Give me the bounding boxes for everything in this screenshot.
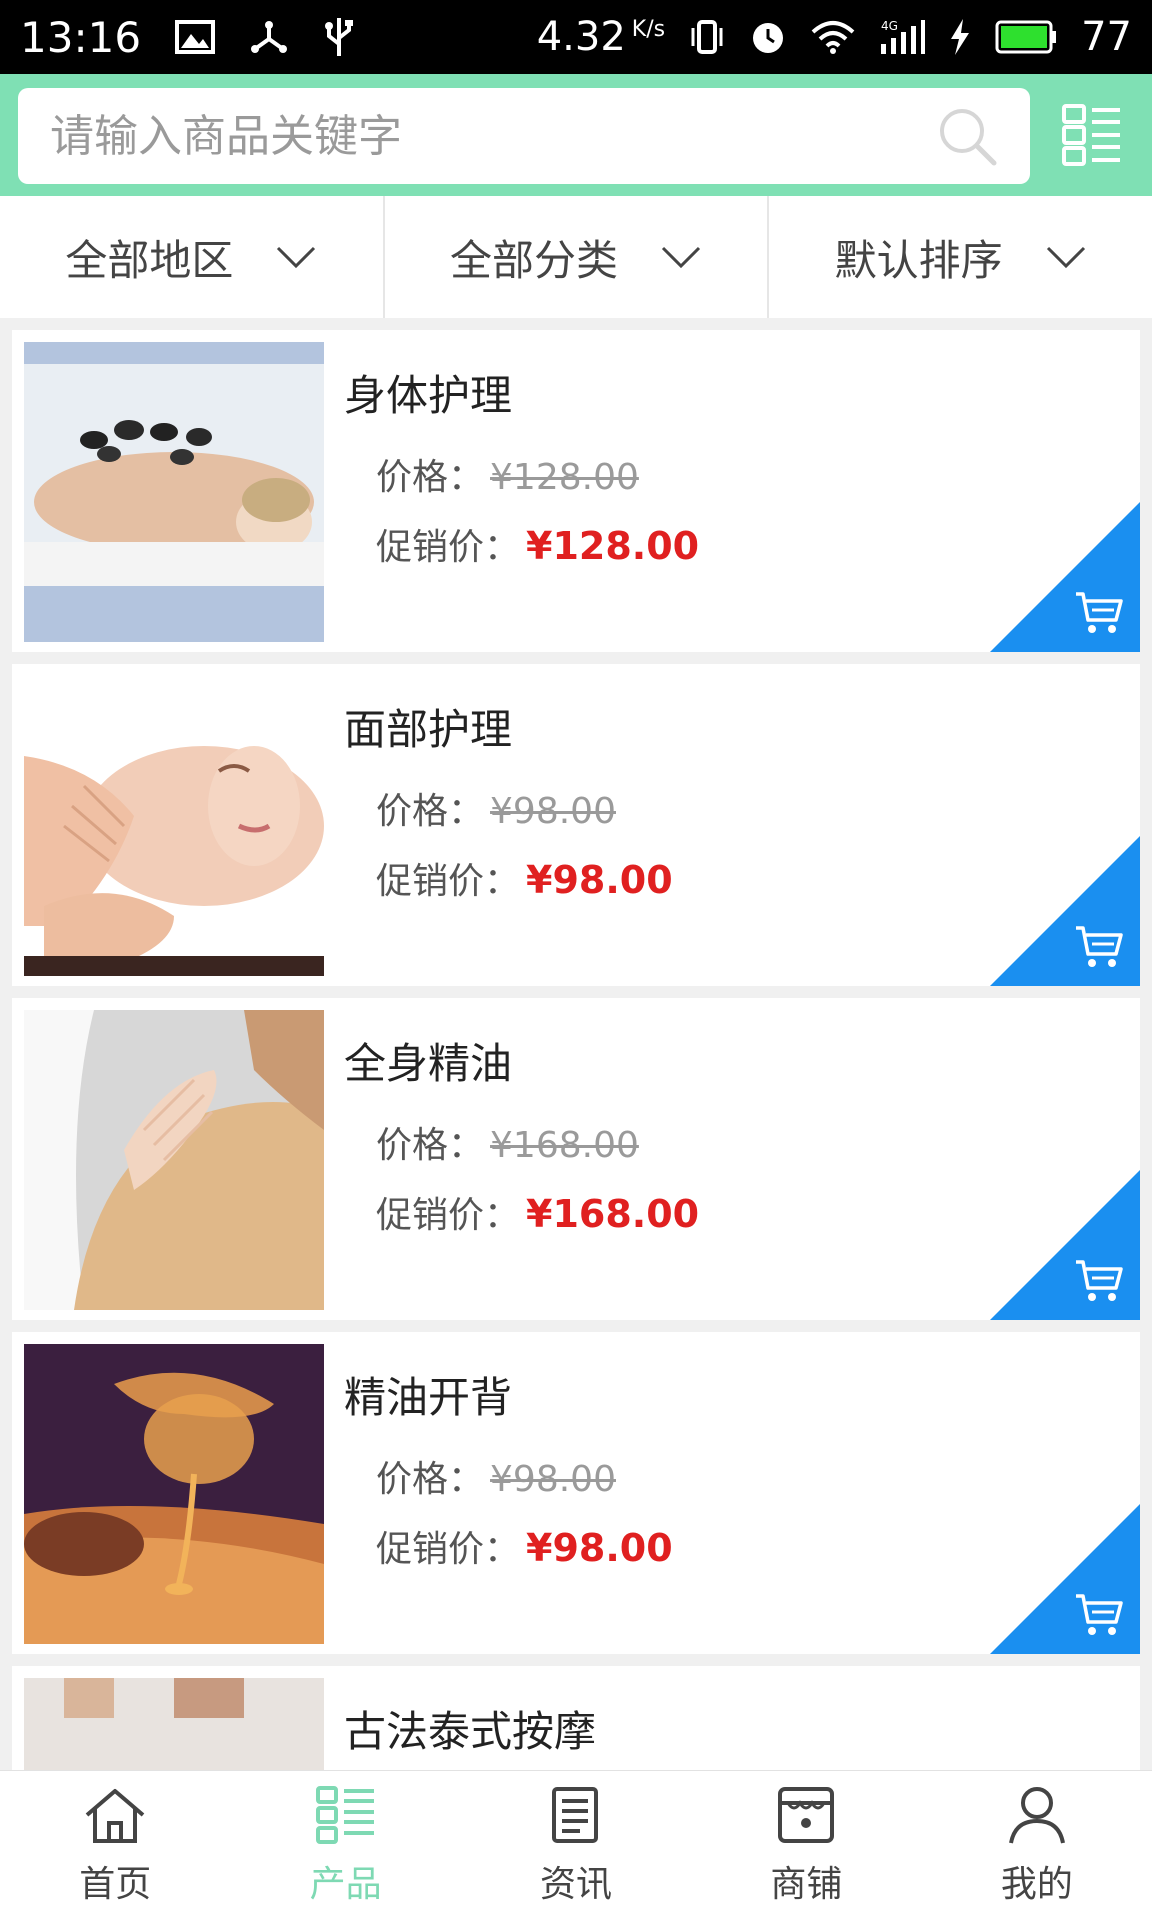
promo-price-row: 促销价： ¥98.00: [376, 852, 673, 904]
nav-home-label: 首页: [79, 1863, 152, 1905]
product-card[interactable]: 面部护理 价格： ¥98.00 促销价： ¥98.00: [12, 664, 1140, 986]
status-bar: 13:16 4.32 K/s 4G 77: [0, 0, 1152, 74]
product-card[interactable]: 身体护理 价格： ¥128.00 促销价： ¥128.00: [12, 330, 1140, 652]
nav-home[interactable]: 首页: [0, 1771, 230, 1920]
chevron-down-icon: [1046, 246, 1085, 269]
product-name[interactable]: 身体护理: [344, 362, 512, 423]
add-to-cart-button[interactable]: [990, 836, 1140, 986]
search-box[interactable]: [18, 88, 1030, 184]
price-label: 价格：: [376, 457, 485, 498]
home-icon: [85, 1788, 145, 1843]
original-price: ¥168.00: [490, 1125, 639, 1166]
network-speed: 4.32 K/s: [536, 14, 666, 60]
battery-percent: 77: [1081, 14, 1132, 60]
product-image[interactable]: [24, 1678, 324, 1770]
bottom-nav: 首页 产品 资讯 商铺 我的: [0, 1770, 1152, 1920]
promo-price: ¥168.00: [526, 1192, 700, 1236]
product-name[interactable]: 精油开背: [344, 1364, 512, 1425]
promo-price: ¥98.00: [526, 1526, 673, 1570]
product-image[interactable]: [24, 1010, 324, 1310]
wifi-icon: [811, 21, 855, 54]
search-icon[interactable]: [936, 105, 998, 167]
usb-icon: [325, 18, 354, 56]
promo-label: 促销价：: [376, 1195, 521, 1236]
status-time: 13:16: [20, 12, 142, 62]
svg-text:4G: 4G: [881, 19, 898, 33]
promo-price-row: 促销价： ¥98.00: [376, 1520, 673, 1572]
cart-icon: [1076, 1260, 1123, 1301]
battery-icon: [995, 20, 1057, 54]
news-icon: [552, 1786, 599, 1843]
cart-icon: [1076, 592, 1123, 633]
image-icon: [175, 20, 216, 54]
filter-region[interactable]: 全部地区: [0, 196, 385, 318]
nav-products-label: 产品: [309, 1863, 382, 1905]
category-menu-icon[interactable]: [1062, 104, 1122, 166]
nav-products[interactable]: 产品: [230, 1771, 460, 1920]
product-image[interactable]: [24, 676, 324, 976]
nav-news-label: 资讯: [540, 1863, 613, 1905]
nav-mine[interactable]: 我的: [922, 1771, 1152, 1920]
add-to-cart-button[interactable]: [990, 502, 1140, 652]
nav-shop[interactable]: 商铺: [691, 1771, 921, 1920]
promo-price: ¥128.00: [526, 524, 700, 568]
product-image[interactable]: [24, 1344, 324, 1644]
filter-region-label: 全部地区: [65, 235, 234, 285]
filter-category[interactable]: 全部分类: [385, 196, 770, 318]
product-name[interactable]: 古法泰式按摩: [344, 1698, 596, 1759]
cart-icon: [1076, 1594, 1123, 1635]
nav-mine-label: 我的: [1000, 1863, 1073, 1905]
promo-price-row: 促销价： ¥128.00: [376, 518, 699, 570]
promo-price: ¥98.00: [526, 858, 673, 902]
original-price-row: 价格： ¥128.00: [376, 448, 639, 500]
user-icon: [1008, 1786, 1065, 1843]
product-grid-icon: [315, 1785, 374, 1844]
product-card[interactable]: 全身精油 价格： ¥168.00 促销价： ¥168.00: [12, 998, 1140, 1320]
filter-sort-label: 默认排序: [834, 235, 1003, 285]
original-price: ¥98.00: [490, 1459, 616, 1500]
product-name[interactable]: 面部护理: [344, 696, 512, 757]
original-price-row: 价格： ¥98.00: [376, 782, 616, 834]
share-icon: [251, 21, 288, 53]
signal-4g-icon: 4G: [881, 19, 926, 54]
promo-label: 促销价：: [376, 527, 521, 568]
product-card[interactable]: 精油开背 价格： ¥98.00 促销价： ¥98.00: [12, 1332, 1140, 1654]
original-price-row: 价格： ¥168.00: [376, 1116, 639, 1168]
filter-bar: 全部地区 全部分类 默认排序: [0, 196, 1152, 318]
product-image[interactable]: [24, 342, 324, 642]
filter-category-label: 全部分类: [450, 235, 619, 285]
chevron-down-icon: [277, 246, 316, 269]
add-to-cart-button[interactable]: [990, 1504, 1140, 1654]
cart-icon: [1076, 926, 1123, 967]
vibrate-icon: [691, 20, 723, 54]
original-price: ¥128.00: [490, 457, 639, 498]
promo-price-row: 促销价： ¥168.00: [376, 1186, 699, 1238]
shop-icon: [778, 1786, 835, 1843]
original-price-row: 价格： ¥98.00: [376, 1450, 616, 1502]
charging-icon: [951, 19, 970, 55]
promo-label: 促销价：: [376, 861, 521, 902]
product-list[interactable]: 身体护理 价格： ¥128.00 促销价： ¥128.00 面部护理 价格： ¥98.…: [12, 318, 1140, 1770]
original-price: ¥98.00: [490, 791, 616, 832]
price-label: 价格：: [376, 1459, 485, 1500]
search-input[interactable]: [50, 110, 936, 162]
product-name[interactable]: 全身精油: [344, 1030, 512, 1091]
alarm-icon: [753, 23, 784, 53]
nav-shop-label: 商铺: [770, 1863, 843, 1905]
add-to-cart-button[interactable]: [990, 1170, 1140, 1320]
chevron-down-icon: [661, 246, 701, 269]
product-card[interactable]: 古法泰式按摩: [12, 1666, 1140, 1770]
filter-sort[interactable]: 默认排序: [769, 196, 1152, 318]
promo-label: 促销价：: [376, 1529, 521, 1570]
search-header: [0, 74, 1152, 196]
nav-news[interactable]: 资讯: [461, 1771, 691, 1920]
price-label: 价格：: [376, 791, 485, 832]
price-label: 价格：: [376, 1125, 485, 1166]
